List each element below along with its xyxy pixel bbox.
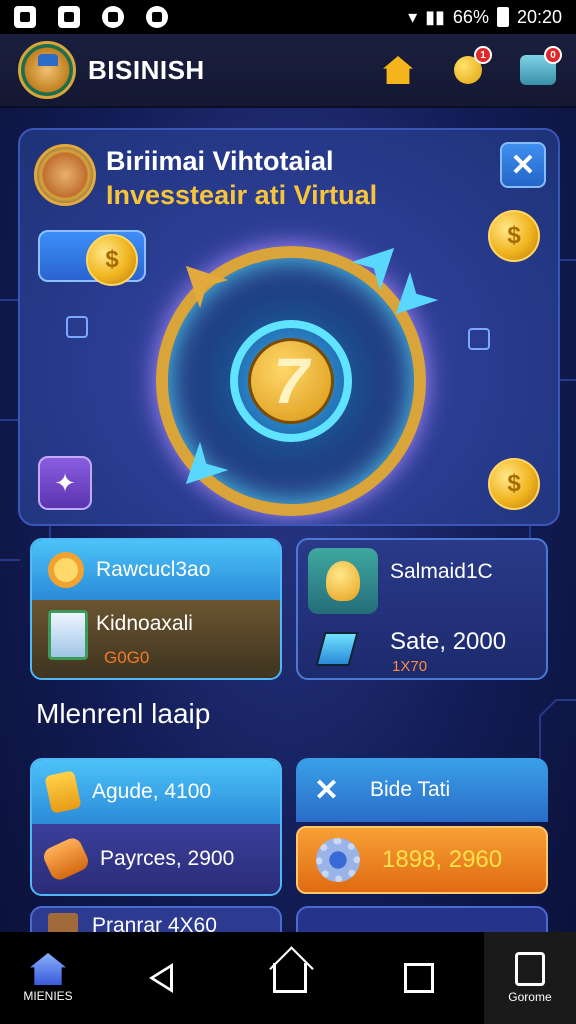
home-button[interactable]: [378, 50, 418, 90]
status-right: ▾ ▮▮ 66% 20:20: [408, 7, 562, 28]
bottom-nav-bar: MIENIES Gorome: [0, 932, 576, 1024]
avatar[interactable]: [34, 144, 96, 206]
nav-recents[interactable]: [355, 932, 484, 1024]
search-card[interactable]: Rawcucl3ao Kidnoaxali G0G0: [30, 538, 282, 680]
calendar-icon: [58, 6, 80, 28]
close-icon: ✕: [510, 148, 536, 182]
list-item-value: 1898, 2960: [382, 846, 503, 873]
pacman-icon: [146, 6, 168, 28]
clock: 20:20: [516, 6, 562, 27]
phone-icon: [44, 770, 82, 814]
hero-title: Biriimai Vihtotaial: [106, 146, 334, 176]
hero-subtitle: Invessteair ati Virtual: [106, 180, 378, 210]
square-icon: [404, 963, 435, 993]
home-icon: [272, 963, 307, 993]
small-square-icon: [468, 328, 490, 350]
bulb-box: [308, 548, 378, 614]
signal-icon: ▮▮: [425, 6, 445, 27]
list-item-label: Bide Tati: [370, 778, 451, 801]
back-icon: [148, 963, 173, 993]
dial-center: 7: [230, 320, 352, 442]
dial-number: 7: [248, 338, 334, 424]
nav-menu[interactable]: MIENIES: [0, 932, 96, 1024]
list-item-label: Payrces, 2900: [100, 847, 235, 870]
list-item[interactable]: Payrces, 2900: [32, 824, 280, 894]
search-card-label: Rawcucl3ao: [96, 558, 211, 581]
book-icon: [315, 632, 359, 666]
status-bar: ▾ ▮▮ 66% 20:20: [0, 0, 576, 34]
app-header: BISINISH 1 0: [0, 34, 576, 108]
battery-percent: 66%: [452, 6, 489, 27]
nav-home[interactable]: [225, 932, 354, 1024]
notification-icon: [14, 6, 36, 28]
list-item[interactable]: Agude, 4100: [32, 760, 280, 824]
nav-menu-label: MIENIES: [23, 989, 73, 1003]
app-logo[interactable]: [18, 41, 76, 99]
coin-icon: $: [86, 234, 138, 286]
list-card-right: ✕ Bide Tati 1898, 2960: [296, 758, 548, 896]
menu-home-icon: [30, 953, 66, 985]
x-icon: ✕: [314, 773, 340, 807]
coin-icon: $: [488, 458, 540, 510]
list-item-label: Agude, 4100: [92, 780, 212, 803]
compass-button[interactable]: ✦: [38, 456, 92, 510]
close-button[interactable]: ✕: [500, 142, 546, 188]
shop-button[interactable]: 0: [518, 46, 562, 90]
nav-back[interactable]: [96, 932, 225, 1024]
document-icon: [48, 610, 88, 660]
battery-icon: [496, 7, 509, 27]
list-item[interactable]: ✕ Bide Tati: [296, 758, 548, 822]
idea-card[interactable]: Salmaid1C Sate, 2000 1X70: [296, 538, 548, 680]
wifi-icon: ▾: [408, 6, 418, 27]
search-card-body: Kidnoaxali G0G0: [32, 600, 280, 678]
list-item[interactable]: 1898, 2960: [296, 826, 548, 894]
search-card-sub-value: G0G0: [104, 648, 150, 667]
hero-panel: Biriimai Vihtotaial Invessteair ati Virt…: [18, 128, 560, 526]
bulb-icon: [326, 561, 360, 601]
coins-button[interactable]: 1: [448, 46, 492, 90]
app-title: BISINISH: [88, 54, 205, 85]
games-icon: [514, 952, 545, 986]
idea-card-sub-value: 1X70: [392, 658, 428, 675]
search-card-header: Rawcucl3ao: [32, 540, 280, 600]
nav-games[interactable]: Gorome: [483, 932, 576, 1024]
list-card-left: Agude, 4100 Payrces, 2900: [30, 758, 282, 896]
header-actions: 1 0: [378, 46, 562, 90]
magnifier-icon: [48, 552, 84, 588]
section-title: Mlenrenl laaip: [36, 698, 211, 729]
search-card-sub-label: Kidnoaxali: [96, 612, 193, 635]
coin-badge: 1: [474, 46, 492, 64]
home-icon: [383, 56, 413, 84]
camera-icon: [102, 6, 124, 28]
nav-games-label: Gorome: [508, 990, 552, 1004]
idea-card-value: Sate, 2000: [390, 628, 507, 655]
compass-icon: ✦: [54, 467, 76, 498]
cart-badge: 0: [544, 46, 562, 64]
idea-card-label: Salmaid1C: [390, 560, 493, 583]
coin-icon: $: [488, 210, 540, 262]
small-square-icon: [66, 316, 88, 338]
barrel-icon: [40, 835, 92, 883]
gear-icon: [316, 838, 360, 882]
